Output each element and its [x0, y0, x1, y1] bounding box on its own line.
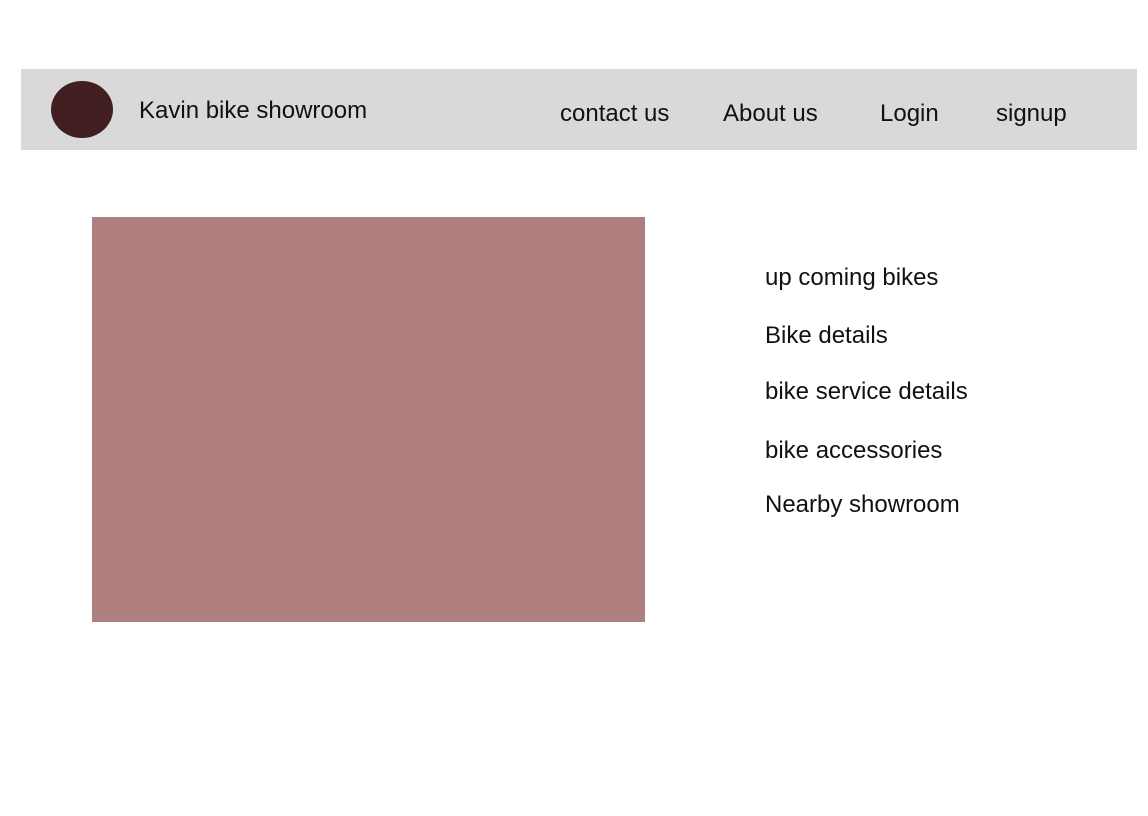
logo[interactable]	[51, 81, 113, 138]
nav-about-us[interactable]: About us	[723, 99, 818, 129]
nav-login[interactable]: Login	[880, 99, 939, 129]
menu-item-nearby-showroom[interactable]: Nearby showroom	[765, 490, 960, 520]
menu-item-upcoming-bikes[interactable]: up coming bikes	[765, 263, 938, 293]
hero-image-placeholder	[92, 217, 645, 622]
brand-title: Kavin bike showroom	[139, 97, 368, 124]
menu-item-bike-details[interactable]: Bike details	[765, 321, 888, 351]
header-bar: Kavin bike showroom contact us About us …	[21, 69, 1137, 150]
nav-signup[interactable]: signup	[996, 99, 1067, 129]
menu-item-bike-accessories[interactable]: bike accessories	[765, 436, 942, 466]
menu-item-bike-service-details[interactable]: bike service details	[765, 377, 968, 407]
nav-contact-us[interactable]: contact us	[560, 99, 669, 129]
